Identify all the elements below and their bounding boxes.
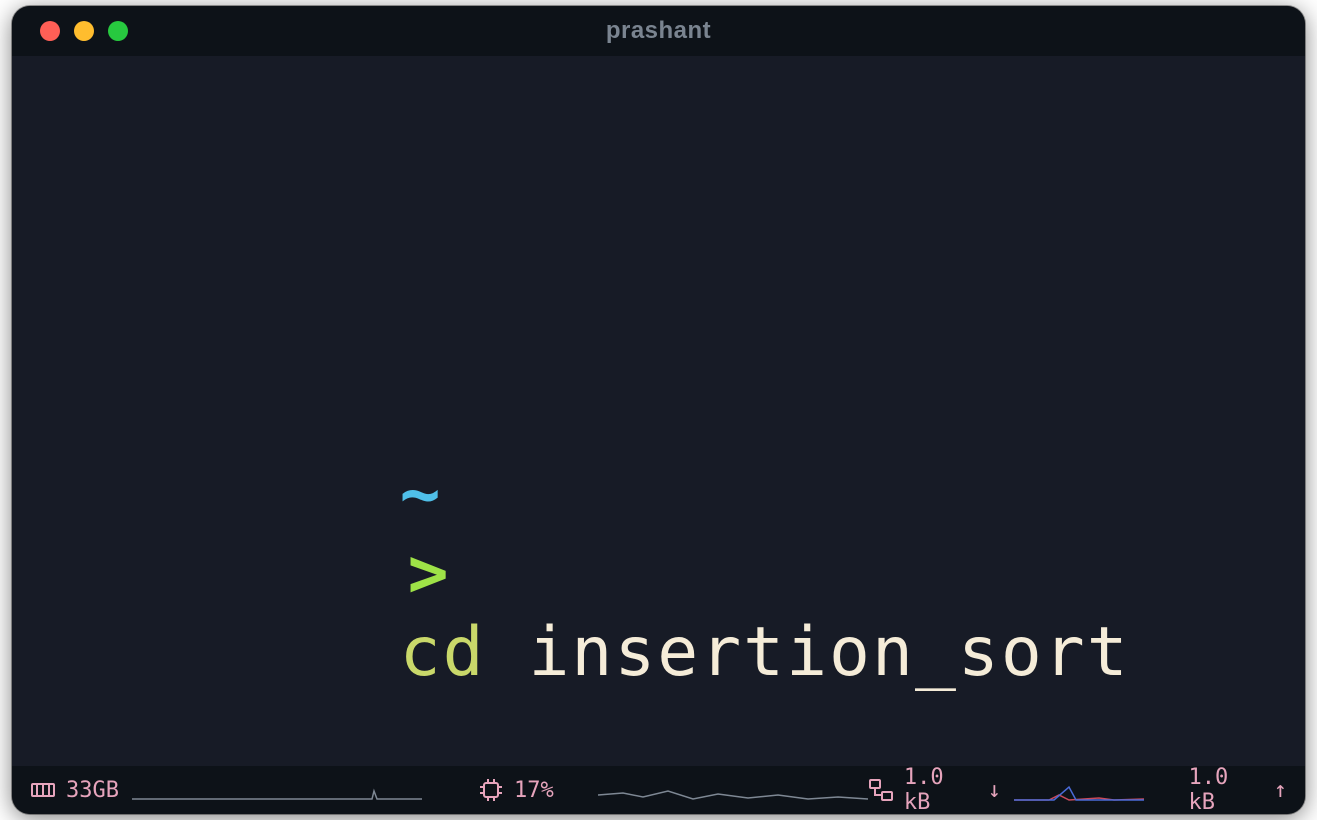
cpu-sparkline [598,777,868,803]
titlebar: prashant [12,6,1305,56]
prompt-path: ~ [400,455,443,534]
command-text: cd [400,613,486,692]
prompt-symbol: > [400,534,459,613]
zoom-button[interactable] [108,21,128,41]
arrow-up-icon: ↑ [1274,778,1287,803]
status-bar: 33GB 17% [12,766,1305,814]
network-down-stat: 1.0 kB ↓ [868,765,1001,815]
minimize-button[interactable] [74,21,94,41]
terminal-body[interactable]: ~ > cd insertion_sort [12,56,1305,766]
window-controls [12,21,128,41]
arrow-down-icon: ↓ [988,778,1001,803]
net-up-value: 1.0 kB [1188,765,1263,815]
command-arg [486,613,529,692]
command-argument: insertion_sort [528,613,1129,692]
cpu-stat: 17% [478,777,554,803]
net-down-value: 1.0 kB [904,765,978,815]
window-title: prashant [606,17,711,45]
net-sparkline [1014,777,1144,803]
close-button[interactable] [40,21,60,41]
memory-sparkline [132,777,422,803]
memory-value: 33GB [66,778,119,803]
network-up-stat: 1.0 kB ↑ [1188,765,1287,815]
network-icon [868,778,894,802]
cpu-value: 17% [514,778,554,803]
terminal-window: prashant ~ > cd insertion_sort 33GB [12,6,1305,814]
memory-icon [30,779,56,801]
memory-stat: 33GB [30,778,119,803]
cpu-icon [478,777,504,803]
prompt-line: ~ > cd insertion_sort [142,376,1130,766]
